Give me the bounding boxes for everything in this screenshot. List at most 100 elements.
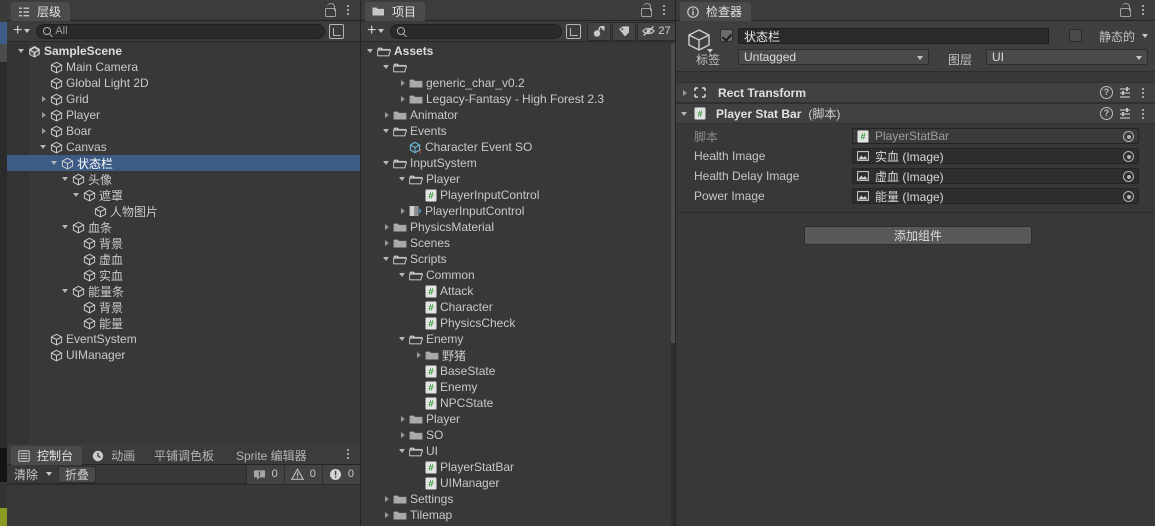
project-item[interactable]: # PlayerInputControl <box>361 187 676 203</box>
project-item[interactable]: InputSystem <box>361 155 676 171</box>
expand-arrow-icon[interactable] <box>398 267 409 283</box>
console-counter-1[interactable]: 0 <box>283 464 322 484</box>
console-tab-2[interactable]: 平铺调色板 <box>147 446 223 465</box>
inspector-lock-icon[interactable] <box>1119 3 1131 17</box>
rect-transform-menu-icon[interactable] <box>1138 86 1148 99</box>
tab-inspector[interactable]: 检查器 <box>680 2 752 21</box>
project-item[interactable]: SO <box>361 427 676 443</box>
expand-arrow-icon[interactable] <box>39 107 50 123</box>
expand-arrow-icon[interactable] <box>398 75 409 91</box>
hierarchy-item[interactable]: 实血 <box>7 267 360 283</box>
hierarchy-item[interactable]: Main Camera <box>7 59 360 75</box>
tab-project[interactable]: 项目 <box>365 2 426 21</box>
expand-arrow-icon[interactable] <box>398 443 409 459</box>
hierarchy-item[interactable]: 头像 <box>7 171 360 187</box>
rect-transform-expand-arrow-icon[interactable] <box>680 85 691 101</box>
project-item[interactable]: PlayerInputControl <box>361 203 676 219</box>
project-item[interactable]: # Enemy <box>361 379 676 395</box>
hierarchy-item[interactable]: 背景 <box>7 299 360 315</box>
expand-arrow-icon[interactable] <box>39 91 50 107</box>
console-clear-chevron-icon[interactable] <box>46 472 53 476</box>
player-stat-bar-menu-icon[interactable] <box>1138 107 1148 120</box>
project-item[interactable]: Scenes <box>361 235 676 251</box>
project-item[interactable]: Enemy <box>361 331 676 347</box>
project-item[interactable]: generic_char_v0.2 <box>361 75 676 91</box>
object-active-checkbox[interactable] <box>720 29 733 42</box>
expand-arrow-icon[interactable] <box>398 331 409 347</box>
expand-arrow-icon[interactable] <box>366 43 377 59</box>
project-item[interactable]: # Attack <box>361 283 676 299</box>
expand-arrow-icon[interactable] <box>382 155 393 171</box>
expand-arrow-icon[interactable] <box>382 219 393 235</box>
layer-dropdown[interactable]: UI <box>986 49 1148 65</box>
object-picker-icon[interactable] <box>1123 131 1134 142</box>
help-icon[interactable]: ? <box>1100 86 1113 99</box>
project-item[interactable]: # PhysicsCheck <box>361 315 676 331</box>
hierarchy-add-button[interactable]: + <box>7 23 34 40</box>
hierarchy-item[interactable]: Grid <box>7 91 360 107</box>
object-picker-icon[interactable] <box>1123 191 1134 202</box>
console-collapse-button[interactable]: 折叠 <box>58 465 97 483</box>
lock-icon[interactable] <box>324 3 336 17</box>
project-sort-button[interactable] <box>566 23 582 39</box>
expand-arrow-icon[interactable] <box>61 219 72 235</box>
hierarchy-project-splitter[interactable] <box>360 0 361 526</box>
hierarchy-item[interactable]: 遮罩 <box>7 187 360 203</box>
component-header-player-stat-bar[interactable]: # Player Stat Bar (脚本) ? <box>676 103 1155 124</box>
console-counter-0[interactable]: 0 <box>245 464 284 484</box>
property-object-field[interactable]: 实血 (Image) <box>852 148 1139 164</box>
hidden-packages-toggle[interactable]: 27 <box>637 21 676 41</box>
expand-arrow-icon[interactable] <box>61 283 72 299</box>
hierarchy-search-input[interactable]: All <box>36 23 326 39</box>
component-header-rect-transform[interactable]: Rect Transform ? <box>676 82 1155 103</box>
hierarchy-item[interactable]: Global Light 2D <box>7 75 360 91</box>
expand-arrow-icon[interactable] <box>17 43 28 59</box>
hierarchy-menu-icon[interactable] <box>343 3 353 16</box>
expand-arrow-icon[interactable] <box>382 251 393 267</box>
project-menu-icon[interactable] <box>659 3 669 16</box>
label-tag-icon[interactable] <box>612 21 637 41</box>
project-search-input[interactable] <box>390 23 563 39</box>
expand-arrow-icon[interactable] <box>382 235 393 251</box>
project-item[interactable] <box>361 59 676 75</box>
project-item[interactable]: Settings <box>361 491 676 507</box>
hierarchy-item[interactable]: 能量 <box>7 315 360 331</box>
player-stat-bar-expand-arrow-icon[interactable] <box>680 106 691 122</box>
hierarchy-item[interactable]: 状态栏 <box>7 155 360 171</box>
project-add-button[interactable]: + <box>361 23 388 40</box>
property-object-field[interactable]: # PlayerStatBar <box>852 128 1139 144</box>
add-component-button[interactable]: 添加组件 <box>804 226 1032 245</box>
console-tab-0[interactable]: 控制台 <box>11 446 83 465</box>
hierarchy-item[interactable]: EventSystem <box>7 331 360 347</box>
project-item[interactable]: Player <box>361 411 676 427</box>
hierarchy-item[interactable]: 人物图片 <box>7 203 360 219</box>
expand-arrow-icon[interactable] <box>382 507 393 523</box>
object-name-field[interactable]: 状态栏 <box>738 28 1049 44</box>
hierarchy-item[interactable]: Player <box>7 107 360 123</box>
hierarchy-item[interactable]: 能量条 <box>7 283 360 299</box>
expand-arrow-icon[interactable] <box>39 123 50 139</box>
project-item[interactable]: Assets <box>361 43 676 59</box>
help-icon[interactable]: ? <box>1100 107 1113 120</box>
project-item[interactable]: Player <box>361 171 676 187</box>
console-menu-icon[interactable] <box>343 447 353 460</box>
project-item[interactable]: Animator <box>361 107 676 123</box>
hierarchy-item[interactable]: SampleScene <box>7 43 360 59</box>
project-item[interactable]: Tilemap <box>361 507 676 523</box>
console-tab-3[interactable]: Sprite 编辑器 <box>229 446 316 465</box>
expand-arrow-icon[interactable] <box>382 59 393 75</box>
expand-arrow-icon[interactable] <box>398 171 409 187</box>
property-object-field[interactable]: 虚血 (Image) <box>852 168 1139 184</box>
static-checkbox[interactable] <box>1069 29 1082 42</box>
console-tab-1[interactable]: 动画 <box>85 446 144 465</box>
tab-hierarchy[interactable]: 层级 <box>11 2 71 21</box>
static-dropdown-icon[interactable] <box>1142 34 1148 38</box>
hierarchy-item[interactable]: Canvas <box>7 139 360 155</box>
project-item[interactable]: PhysicsMaterial <box>361 219 676 235</box>
hierarchy-item[interactable]: 血条 <box>7 219 360 235</box>
expand-arrow-icon[interactable] <box>382 123 393 139</box>
console-log-area[interactable] <box>7 484 360 526</box>
project-item[interactable]: Scripts <box>361 251 676 267</box>
project-item[interactable]: # PlayerStatBar <box>361 459 676 475</box>
expand-arrow-icon[interactable] <box>398 203 409 219</box>
